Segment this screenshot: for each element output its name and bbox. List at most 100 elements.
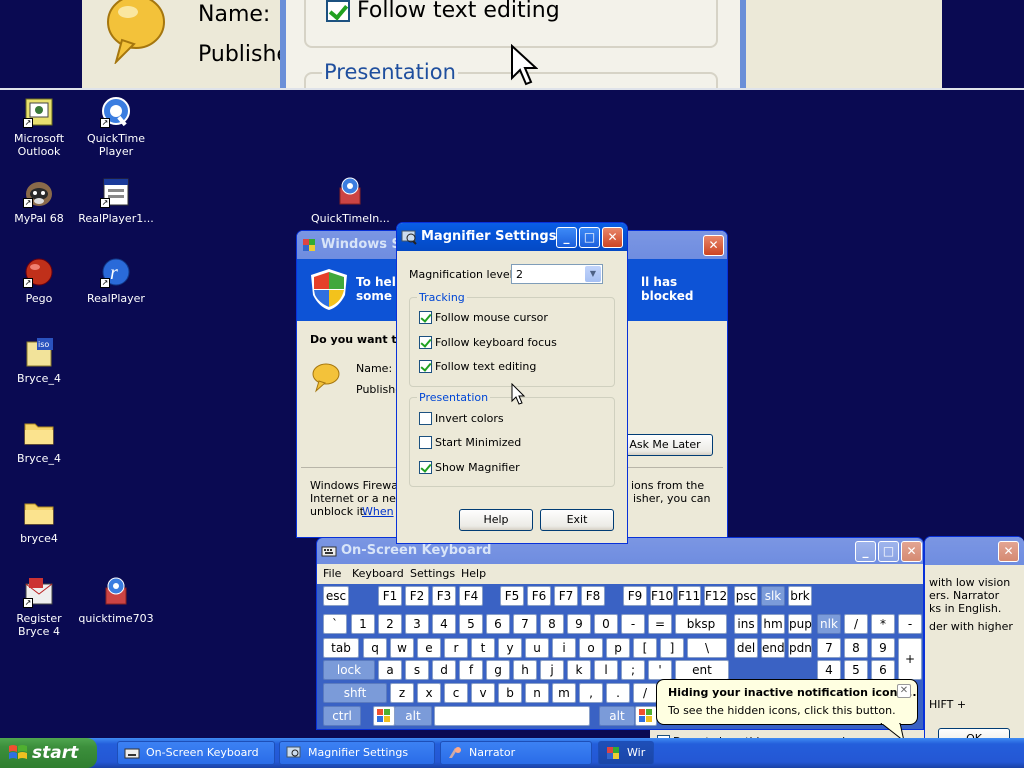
taskbar-item-narrator[interactable]: Narrator: [440, 741, 592, 765]
osk-close-button[interactable]: ✕: [901, 541, 922, 562]
osk-key[interactable]: u: [525, 638, 549, 658]
osk-key[interactable]: h: [513, 660, 537, 680]
osk-key[interactable]: 9: [567, 614, 591, 634]
osk-key[interactable]: F4: [459, 586, 483, 606]
osk-key[interactable]: -: [898, 614, 922, 634]
osk-key[interactable]: F3: [432, 586, 456, 606]
chevron-down-icon[interactable]: ▼: [585, 266, 601, 282]
osk-key[interactable]: 9: [871, 638, 895, 658]
narrator-window[interactable]: ✕ with low vision ers. Narrator ks in En…: [924, 536, 1024, 760]
show-magnifier-checkbox[interactable]: [419, 461, 432, 474]
exit-button[interactable]: Exit: [540, 509, 614, 531]
desktop-icon-bryce-iso[interactable]: iso Bryce_4: [0, 336, 78, 385]
osk-key[interactable]: ent: [675, 660, 729, 680]
osk-key[interactable]: s: [405, 660, 429, 680]
osk-key[interactable]: q: [363, 638, 387, 658]
osk-key[interactable]: o: [579, 638, 603, 658]
osk-key[interactable]: *: [871, 614, 895, 634]
magnifier-maximize-button[interactable]: □: [579, 227, 600, 248]
magnifier-minimize-button[interactable]: _: [556, 227, 577, 248]
osk-key[interactable]: c: [444, 683, 468, 703]
osk-key[interactable]: p: [606, 638, 630, 658]
osk-key[interactable]: hm: [761, 614, 785, 634]
osk-key[interactable]: d: [432, 660, 456, 680]
osk-key[interactable]: r: [444, 638, 468, 658]
menu-help[interactable]: Help: [461, 567, 486, 580]
desktop-icon-register-bryce[interactable]: ↗ Register Bryce 4: [0, 576, 78, 638]
desktop-icon-mypal[interactable]: ↗ MyPal 68: [0, 176, 78, 225]
osk-key[interactable]: v: [471, 683, 495, 703]
desktop-icon-bryce-folder[interactable]: Bryce_4: [0, 416, 78, 465]
balloon-close-icon[interactable]: ✕: [897, 684, 911, 698]
osk-maximize-button[interactable]: □: [878, 541, 899, 562]
osk-key[interactable]: .: [606, 683, 630, 703]
osk-key[interactable]: t: [471, 638, 495, 658]
ask-me-later-button[interactable]: Ask Me Later: [617, 434, 713, 456]
osk-key[interactable]: n: [525, 683, 549, 703]
follow-text-checkbox[interactable]: [419, 360, 432, 373]
osk-key[interactable]: F5: [500, 586, 524, 606]
osk-key[interactable]: 0: [594, 614, 618, 634]
magnifier-titlebar[interactable]: Magnifier Settings _ □ ✕: [397, 223, 627, 251]
osk-key[interactable]: del: [734, 638, 758, 658]
osk-key[interactable]: F2: [405, 586, 429, 606]
osk-key[interactable]: F10: [650, 586, 674, 606]
osk-key[interactable]: g: [486, 660, 510, 680]
taskbar-item-osk[interactable]: On-Screen Keyboard: [117, 741, 275, 765]
osk-key[interactable]: 7: [817, 638, 841, 658]
narrator-titlebar[interactable]: ✕: [925, 537, 1024, 565]
osk-key[interactable]: 5: [459, 614, 483, 634]
osk-key[interactable]: [: [633, 638, 657, 658]
osk-key[interactable]: F7: [554, 586, 578, 606]
desktop-icon-outlook[interactable]: ↗ Microsoft Outlook: [0, 96, 78, 158]
osk-key[interactable]: -: [621, 614, 645, 634]
osk-key[interactable]: 4: [817, 660, 841, 680]
osk-key[interactable]: b: [498, 683, 522, 703]
windows-key-icon[interactable]: [373, 706, 395, 726]
osk-key[interactable]: e: [417, 638, 441, 658]
osk-key[interactable]: F1: [378, 586, 402, 606]
osk-key[interactable]: /: [844, 614, 868, 634]
narrator-close-button[interactable]: ✕: [998, 541, 1019, 562]
windows-key-icon[interactable]: [635, 706, 657, 726]
osk-key[interactable]: nlk: [817, 614, 841, 634]
osk-key[interactable]: w: [390, 638, 414, 658]
osk-key[interactable]: `: [323, 614, 347, 634]
space-key[interactable]: [434, 706, 590, 726]
osk-key[interactable]: esc: [323, 586, 349, 606]
osk-key[interactable]: z: [390, 683, 414, 703]
menu-file[interactable]: File: [323, 567, 341, 580]
magnifier-close-button[interactable]: ✕: [602, 227, 623, 248]
osk-key[interactable]: lock: [323, 660, 375, 680]
osk-key[interactable]: ctrl: [323, 706, 361, 726]
osk-key[interactable]: ;: [621, 660, 645, 680]
osk-key[interactable]: bksp: [675, 614, 727, 634]
osk-key[interactable]: psc: [734, 586, 758, 606]
desktop-icon-realplayer-installer[interactable]: ↗ RealPlayer1...: [77, 176, 155, 225]
osk-key[interactable]: /: [633, 683, 657, 703]
osk-key[interactable]: F11: [677, 586, 701, 606]
osk-key[interactable]: i: [552, 638, 576, 658]
desktop-icon-quicktime[interactable]: ↗ QuickTime Player: [77, 96, 155, 158]
osk-key[interactable]: 1: [351, 614, 375, 634]
osk-key[interactable]: ': [648, 660, 672, 680]
invert-colors-checkbox[interactable]: [419, 412, 432, 425]
osk-key[interactable]: \: [687, 638, 727, 658]
osk-key[interactable]: a: [378, 660, 402, 680]
osk-key[interactable]: f: [459, 660, 483, 680]
osk-key[interactable]: 7: [513, 614, 537, 634]
osk-key[interactable]: F9: [623, 586, 647, 606]
osk-key[interactable]: 6: [871, 660, 895, 680]
menu-settings[interactable]: Settings: [410, 567, 455, 580]
follow-mouse-checkbox[interactable]: [419, 311, 432, 324]
help-button[interactable]: Help: [459, 509, 533, 531]
osk-key[interactable]: l: [594, 660, 618, 680]
osk-key[interactable]: ins: [734, 614, 758, 634]
osk-key[interactable]: F8: [581, 586, 605, 606]
osk-key[interactable]: 8: [540, 614, 564, 634]
osk-key[interactable]: 2: [378, 614, 402, 634]
start-button[interactable]: start: [0, 738, 97, 768]
osk-key[interactable]: end: [761, 638, 785, 658]
osk-key[interactable]: =: [648, 614, 672, 634]
security-close-button[interactable]: ✕: [703, 235, 724, 256]
